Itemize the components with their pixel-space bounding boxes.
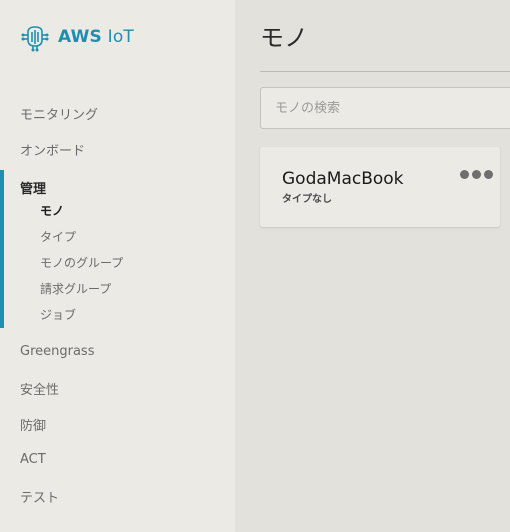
sidebar-item-things[interactable]: モノ [40, 202, 64, 219]
sidebar-item-thing-groups[interactable]: モノのグループ [40, 254, 123, 271]
search-input[interactable] [260, 87, 510, 129]
sidebar-item-act[interactable]: ACT [20, 452, 46, 467]
title-divider [260, 71, 510, 72]
sidebar-item-jobs[interactable]: ジョブ [40, 306, 76, 323]
sidebar-item-billing-groups[interactable]: 請求グループ [40, 280, 111, 297]
logo-text-iot: IoT [107, 27, 135, 47]
main-content: モノ GodaMacBook タイプなし [235, 0, 510, 532]
menu-dot [472, 169, 481, 179]
page-title: モノ [260, 24, 308, 52]
sidebar-item-types[interactable]: タイプ [40, 228, 76, 245]
sidebar-item-onboard[interactable]: オンボード [20, 140, 85, 159]
sidebar-item-monitoring[interactable]: モニタリング [20, 104, 98, 123]
thing-card[interactable]: GodaMacBook タイプなし [260, 147, 500, 227]
aws-iot-logo[interactable]: AWS IoT [20, 22, 134, 52]
thing-type: タイプなし [282, 194, 332, 205]
active-group-indicator [0, 170, 4, 328]
sidebar: AWS IoT モニタリング オンボード 管理 モノ タイプ モノのグループ 請… [0, 0, 235, 532]
sidebar-group-manage[interactable]: 管理 [20, 178, 46, 197]
thing-name: GodaMacBook [282, 169, 404, 189]
sidebar-item-greengrass[interactable]: Greengrass [20, 344, 94, 359]
sidebar-item-security[interactable]: 安全性 [20, 379, 59, 398]
ellipsis-icon[interactable] [460, 167, 496, 181]
sidebar-item-test[interactable]: テスト [20, 487, 59, 506]
iot-chip-icon [21, 26, 49, 52]
menu-dot [460, 169, 469, 179]
menu-dot [484, 169, 493, 179]
sidebar-item-defend[interactable]: 防御 [20, 415, 46, 434]
logo-text: AWS IoT [58, 27, 134, 47]
logo-text-aws: AWS [58, 27, 102, 47]
